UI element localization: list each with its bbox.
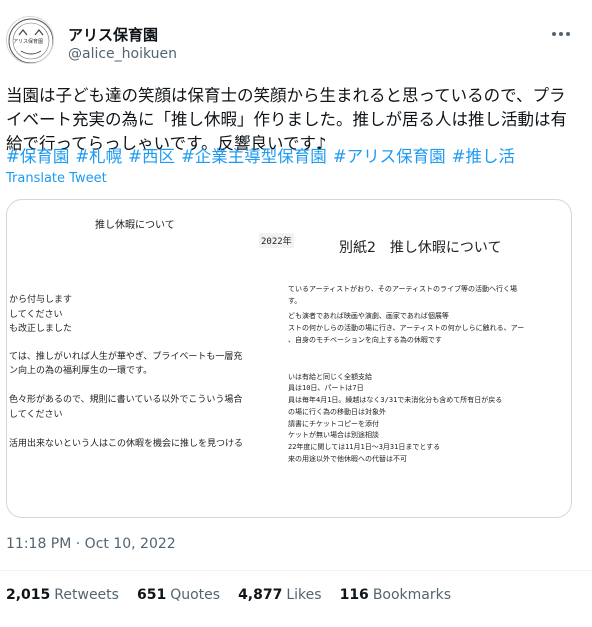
doc-right-line: ストの何かしらの活動の場に行き、アーティストの何かしらに触れる、アー xyxy=(288,324,525,332)
document-photo: 推し休暇について 2022年 別紙2 推し休暇について から付与します してくだ… xyxy=(7,200,571,517)
doc-left-line: 活用出来ないという人はこの休暇を機会に推しを見つける xyxy=(9,439,244,449)
doc-left-line: ては、推しがいれば人生が華やぎ、プライベートも一層充 xyxy=(9,352,243,362)
hashtag[interactable]: #札幌 xyxy=(75,147,122,166)
doc-right-line: す。 xyxy=(288,297,302,305)
doc-right-line: ケットが無い場合は別途相談 xyxy=(288,431,379,439)
doc-right-line: 、自身のモチベーションを向上する為の休暇です xyxy=(288,336,442,344)
doc-left-line: してください xyxy=(9,310,63,320)
avatar[interactable]: アリス保育園 xyxy=(6,16,54,64)
stat-count: 2,015 xyxy=(6,587,51,603)
doc-right-line: 22年度に関しては11月1日～3月31日までとする xyxy=(288,443,441,451)
translate-tweet-link[interactable]: Translate Tweet xyxy=(6,171,107,186)
doc-right-line: ているアーティストがおり、そのアーティストのライブ等の活動へ行く場 xyxy=(288,285,518,293)
hashtag[interactable]: #企業主導型保育園 xyxy=(181,147,327,166)
stat-label: Quotes xyxy=(170,587,221,603)
retweets-stat[interactable]: 2,015 Retweets xyxy=(6,587,119,603)
hashtag[interactable]: #アリス保育園 xyxy=(333,147,446,166)
tweet-header: アリス保育園 アリス保育園 @alice_hoikuen xyxy=(6,14,586,70)
doc-right-title: 別紙2 推し休暇について xyxy=(339,240,502,256)
doc-right-line: 員は10日、パートは7日 xyxy=(288,384,364,392)
doc-right-line: 請書にチケットコピーを添付 xyxy=(288,420,379,428)
hashtag[interactable]: #推し活 xyxy=(452,147,515,166)
doc-year: 2022年 xyxy=(259,233,294,248)
stat-count: 651 xyxy=(136,587,167,603)
doc-right-line: 来の用途以外で他休暇への代替は不可 xyxy=(288,455,407,463)
more-options-icon[interactable] xyxy=(546,24,576,44)
doc-left-line: してください xyxy=(9,410,63,420)
bookmarks-stat[interactable]: 116 Bookmarks xyxy=(340,587,451,603)
doc-right-line: の場に行く為の移動日は対象外 xyxy=(288,408,386,416)
doc-right-line: いは有給と同じく全額支給 xyxy=(288,373,372,381)
hashtag[interactable]: #保育園 xyxy=(6,147,69,166)
quotes-stat[interactable]: 651 Quotes xyxy=(137,587,220,603)
author-name[interactable]: アリス保育園 xyxy=(68,24,158,45)
likes-stat[interactable]: 4,877 Likes xyxy=(238,587,322,603)
doc-left-line: から付与します xyxy=(9,295,73,305)
stat-label: Likes xyxy=(286,587,322,603)
doc-left-title: 推し休暇について xyxy=(95,220,175,231)
stat-label: Retweets xyxy=(54,587,119,603)
doc-left-line: 色々形があるので、規則に書いている以外でこういう場合 xyxy=(9,395,243,405)
doc-left-line: も改正しました xyxy=(9,324,73,334)
doc-right-line: 員は毎年4月1日。繰越はなく3/31で未消化分も含めて所有日が戻る xyxy=(288,396,503,404)
doc-right-line: ども演者であれば映画や演劇、画家であれば個展等 xyxy=(288,312,449,320)
engagement-stats: 2,015 Retweets 651 Quotes 4,877 Likes 116 Bookm… xyxy=(6,587,469,603)
hashtag-list: #保育園 #札幌 #西区 #企業主導型保育園 #アリス保育園 #推し活 xyxy=(6,145,578,169)
stat-label: Bookmarks xyxy=(372,587,452,603)
doc-left-line: ン向上の為の福利厚生の一環です。 xyxy=(9,366,153,376)
tweet-timestamp[interactable]: 11:18 PM · Oct 10, 2022 xyxy=(6,536,176,552)
divider xyxy=(0,570,592,571)
author-handle[interactable]: @alice_hoikuen xyxy=(68,46,177,62)
tweet-image[interactable]: 推し休暇について 2022年 別紙2 推し休暇について から付与します してくだ… xyxy=(6,199,572,518)
stat-count: 4,877 xyxy=(238,587,283,603)
stat-count: 116 xyxy=(339,587,369,603)
hashtag[interactable]: #西区 xyxy=(128,147,175,166)
avatar-label: アリス保育園 xyxy=(13,39,44,45)
